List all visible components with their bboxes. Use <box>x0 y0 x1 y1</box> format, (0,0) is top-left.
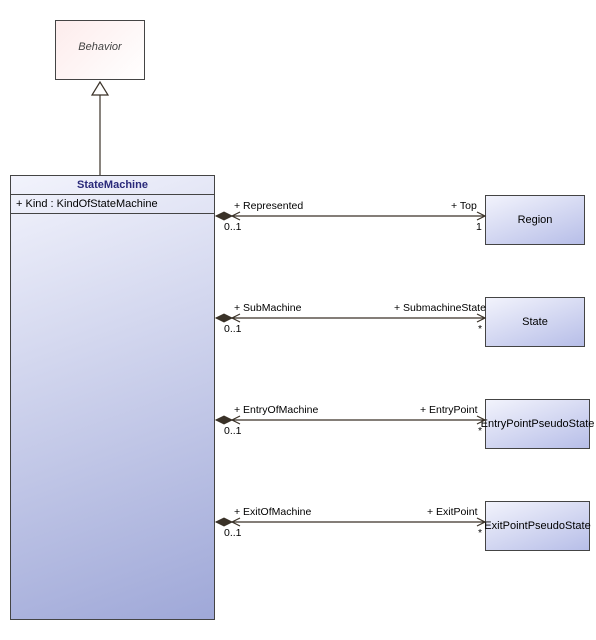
mult-represented: 0..1 <box>224 221 242 233</box>
arrowhead-right-icon <box>477 314 485 322</box>
class-exitpoint[interactable]: ExitPointPseudoState <box>485 501 590 551</box>
diamond-icon <box>216 416 232 424</box>
arrowhead-left-icon <box>232 212 240 220</box>
role-exitofmachine: + ExitOfMachine <box>234 506 311 518</box>
class-statemachine[interactable]: StateMachine + Kind : KindOfStateMachine <box>10 175 215 620</box>
mult-submachine: 0..1 <box>224 323 242 335</box>
role-exitpoint: + ExitPoint <box>427 506 478 518</box>
arrowhead-left-icon <box>232 314 240 322</box>
class-region-name: Region <box>518 214 553 226</box>
diamond-icon <box>216 314 232 322</box>
class-behavior[interactable]: Behavior <box>55 20 145 80</box>
class-behavior-name: Behavior <box>78 41 121 53</box>
class-exitpoint-name: ExitPointPseudoState <box>484 520 590 532</box>
mult-submachinestate: * <box>478 323 482 335</box>
mult-entrypoint: * <box>478 425 482 437</box>
mult-exitofmachine: 0..1 <box>224 527 242 539</box>
class-state-name: State <box>522 316 548 328</box>
mult-top: 1 <box>476 221 482 233</box>
class-state[interactable]: State <box>485 297 585 347</box>
class-entrypoint-name: EntryPointPseudoState <box>481 418 595 430</box>
class-entrypoint[interactable]: EntryPointPseudoState <box>485 399 590 449</box>
arrowhead-right-icon <box>477 212 485 220</box>
arrowhead-left-icon <box>232 518 240 526</box>
mult-exitpoint: * <box>478 527 482 539</box>
diamond-icon <box>216 212 232 220</box>
generalization-arrow-icon <box>92 82 108 95</box>
role-entryofmachine: + EntryOfMachine <box>234 404 318 416</box>
mult-entryofmachine: 0..1 <box>224 425 242 437</box>
role-represented: + Represented <box>234 200 303 212</box>
role-entrypoint: + EntryPoint <box>420 404 478 416</box>
arrowhead-left-icon <box>232 416 240 424</box>
diamond-icon <box>216 518 232 526</box>
class-region[interactable]: Region <box>485 195 585 245</box>
class-statemachine-name: StateMachine <box>11 176 214 195</box>
role-submachine: + SubMachine <box>234 302 301 314</box>
class-statemachine-attr: + Kind : KindOfStateMachine <box>11 195 214 214</box>
role-submachinestate: + SubmachineState <box>394 302 486 314</box>
role-top: + Top <box>451 200 477 212</box>
